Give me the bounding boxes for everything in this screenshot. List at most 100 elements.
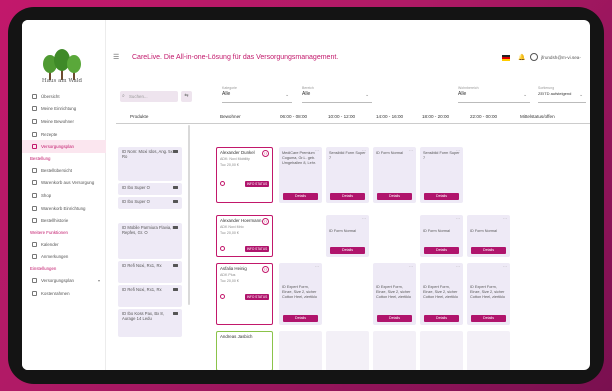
check-icon[interactable] bbox=[220, 294, 225, 299]
details-button[interactable]: Details bbox=[283, 315, 318, 322]
section-select[interactable]: Bereich Alle ⌄ bbox=[302, 86, 372, 103]
ward-value: Alle bbox=[458, 91, 467, 97]
sidebar-item-rezepte[interactable]: Rezepte bbox=[22, 128, 106, 141]
slot-cell[interactable]: ⋯ ID Expert Form, Einze, Size 2, sicher C… bbox=[467, 263, 510, 325]
resident-info: Tuc 20,00 € bbox=[220, 163, 239, 167]
sidebar-nav: Übersicht Meine Einrichtung Meine Bewohn… bbox=[22, 90, 106, 299]
search-input[interactable]: Suchen... bbox=[120, 91, 178, 102]
sidebar-item-kalender[interactable]: Kalender bbox=[22, 238, 106, 251]
product-label: ID Refi Noxi, Rx1, Rx bbox=[122, 287, 162, 292]
product-image-icon bbox=[173, 186, 178, 189]
slot-cell[interactable]: ⋯ ID Expert Form, Einze, Size 2, sicher C… bbox=[420, 263, 463, 325]
slot-cell[interactable] bbox=[326, 331, 369, 370]
product-item[interactable]: ID Refi Noxi, Rx1, Rx bbox=[118, 261, 182, 283]
slot-cell[interactable]: ⋯ ID Form Normal Details bbox=[420, 215, 463, 257]
more-icon: ⋯ bbox=[409, 148, 413, 153]
history-icon bbox=[32, 218, 37, 224]
german-flag-icon[interactable] bbox=[502, 55, 510, 61]
user-name[interactable]: jfrundsh@m-vi.sea- bbox=[541, 55, 581, 60]
slot-cell[interactable]: ⋯ Sensiblid Form Super 7 Details bbox=[326, 147, 369, 203]
ward-select[interactable]: Wohnbereich Alle ⌄ bbox=[458, 86, 530, 103]
sidebar-item-warenkorb-versorgung[interactable]: Warenkorb aus Versorgung bbox=[22, 177, 106, 190]
slot-cell[interactable] bbox=[373, 331, 416, 370]
slot-cell[interactable] bbox=[420, 331, 463, 370]
resident-card[interactable]: Alexander Hoermann ⚇ ADK Noxi Mrio Tuc 2… bbox=[216, 215, 273, 257]
document-icon bbox=[32, 131, 37, 137]
product-item[interactable]: ID Refi Noxi, Rx1, Rx bbox=[118, 285, 182, 307]
check-icon[interactable] bbox=[220, 246, 225, 251]
slot-cell[interactable]: ⋯ ID Expert Form, Einze, Size 2, sicher C… bbox=[373, 263, 416, 325]
details-button[interactable]: Details bbox=[330, 247, 365, 254]
product-item[interactable]: ID Mobile Parmiura Flavia, 8 Repfes, Gr.… bbox=[118, 223, 182, 259]
note-icon bbox=[32, 254, 37, 260]
bell-icon[interactable]: 🔔 bbox=[518, 54, 525, 61]
slot-cell[interactable]: ⋯ MediCare Premium Coguma, Gr.L. geb. Umg… bbox=[279, 147, 322, 203]
status-badge[interactable]: INFO STATUS bbox=[245, 181, 269, 187]
sort-label: Sortierung bbox=[538, 86, 555, 90]
sidebar-item-uebersicht[interactable]: Übersicht bbox=[22, 90, 106, 103]
sidebar-item-meine-bewohner[interactable]: Meine Bewohner bbox=[22, 115, 106, 128]
status-badge[interactable]: INFO STATUS bbox=[245, 294, 269, 300]
chevron-down-icon: ⌄ bbox=[285, 92, 289, 97]
column-header-slot-4: 18:00 - 20:00 bbox=[422, 114, 450, 119]
resident-card[interactable]: Alexander Dunkel ⚇ ADK: Noxi Mobility Tu… bbox=[216, 147, 273, 203]
hamburger-menu-icon[interactable]: ☰ bbox=[113, 53, 119, 61]
resident-card[interactable]: Asfalia Heinig ⚇ ADK Plus Tuc 20,00 € IN… bbox=[216, 263, 273, 325]
slot-cell[interactable]: ⋯ ID Form Normal Details bbox=[467, 215, 510, 257]
details-button[interactable]: Details bbox=[377, 315, 412, 322]
product-image-icon bbox=[173, 226, 178, 229]
sidebar-item-bestelluebersicht[interactable]: Bestellübersicht bbox=[22, 164, 106, 177]
sidebar-section-einstellungen: Einstellungen bbox=[30, 266, 57, 272]
sidebar-item-label: Versorgungsplan bbox=[41, 144, 74, 150]
details-button[interactable]: Details bbox=[471, 315, 506, 322]
column-header-slot-1: 06:00 - 08:00 bbox=[280, 114, 308, 119]
sidebar-item-kostenrahmen[interactable]: Kostenrahmen bbox=[22, 287, 106, 300]
sidebar-item-versorgungsplan-settings[interactable]: Versorgungsplan ▾ bbox=[22, 274, 106, 287]
filter-toggle-button[interactable]: ⇆ bbox=[181, 91, 192, 102]
more-icon: ⋯ bbox=[456, 148, 460, 153]
details-button[interactable]: Details bbox=[424, 193, 459, 200]
more-icon: ⋯ bbox=[315, 148, 319, 153]
sidebar-item-warenkorb-einrichtung[interactable]: Warenkorb Einrichtung bbox=[22, 202, 106, 215]
slot-cell[interactable]: ⋯ ID Form Normal Details bbox=[373, 147, 416, 203]
app-tagline: CareLive. Die All-in-one-Lösung für das … bbox=[132, 54, 339, 61]
sidebar-item-versorgungsplan[interactable]: Versorgungsplan bbox=[22, 140, 106, 153]
product-item[interactable]: ID Nom: Moxi Idos, Ang. 5x Ro bbox=[118, 147, 182, 181]
sort-select[interactable]: Sortierung ZEITD aufsteigend ⌄ bbox=[538, 86, 586, 103]
slot-cell[interactable]: ⋯ ID Form Normal Details bbox=[326, 215, 369, 257]
sidebar-item-meine-einrichtung[interactable]: Meine Einrichtung bbox=[22, 103, 106, 116]
sidebar-item-anmerkungen[interactable]: Anmerkungen bbox=[22, 251, 106, 264]
status-badge[interactable]: INFO STATUS bbox=[245, 246, 269, 252]
product-item[interactable]: ID Ibo Koss Pax, Bx 8, Aurage 14 Ledu bbox=[118, 309, 182, 337]
slot-cell[interactable] bbox=[467, 331, 510, 370]
category-select[interactable]: Kategorie Alle ⌄ bbox=[222, 86, 292, 103]
slot-cell[interactable] bbox=[279, 331, 322, 370]
details-button[interactable]: Details bbox=[283, 193, 318, 200]
supply-plan-table: Produkte Bewohner 06:00 - 08:00 10:00 - … bbox=[116, 111, 590, 370]
logistics-badge-icon: ⚇ bbox=[262, 218, 269, 225]
slot-cell[interactable]: ⋯ Sensiblid Form Super 7 Details bbox=[420, 147, 463, 203]
product-item[interactable]: ID Ibo Super O bbox=[118, 183, 182, 195]
product-item[interactable]: ID Ibo Super O bbox=[118, 197, 182, 209]
user-avatar-icon[interactable] bbox=[530, 53, 538, 61]
details-button[interactable]: Details bbox=[330, 193, 365, 200]
check-icon[interactable] bbox=[220, 181, 225, 186]
details-button[interactable]: Details bbox=[377, 193, 412, 200]
resident-name: Andreas Jasbich bbox=[220, 334, 253, 339]
slot-text: ID Expert Form, Einze, Size 2, sicher Co… bbox=[470, 285, 506, 299]
sidebar-item-label: Shop bbox=[41, 192, 52, 198]
details-button[interactable]: Details bbox=[424, 315, 459, 322]
details-button[interactable]: Details bbox=[424, 247, 459, 254]
products-scrollbar[interactable] bbox=[188, 125, 190, 305]
sidebar-item-label: Anmerkungen bbox=[41, 254, 69, 260]
resident-card[interactable]: Andreas Jasbich bbox=[216, 331, 273, 370]
sidebar-item-bestellhistorie[interactable]: Bestellhistorie bbox=[22, 214, 106, 227]
details-button[interactable]: Details bbox=[471, 247, 506, 254]
sidebar-item-shop[interactable]: Shop bbox=[22, 189, 106, 202]
slot-cell[interactable]: ⋯ ID Expert Form, Einze, Size 2, sicher C… bbox=[279, 263, 322, 325]
column-header-slot-5: 22:00 - 00:00 bbox=[470, 114, 498, 119]
ward-label: Wohnbereich bbox=[458, 86, 479, 90]
column-header-residents: Bewohner bbox=[220, 114, 241, 119]
product-label: ID Refi Noxi, Rx1, Rx bbox=[122, 263, 162, 268]
product-image-icon bbox=[173, 288, 178, 291]
